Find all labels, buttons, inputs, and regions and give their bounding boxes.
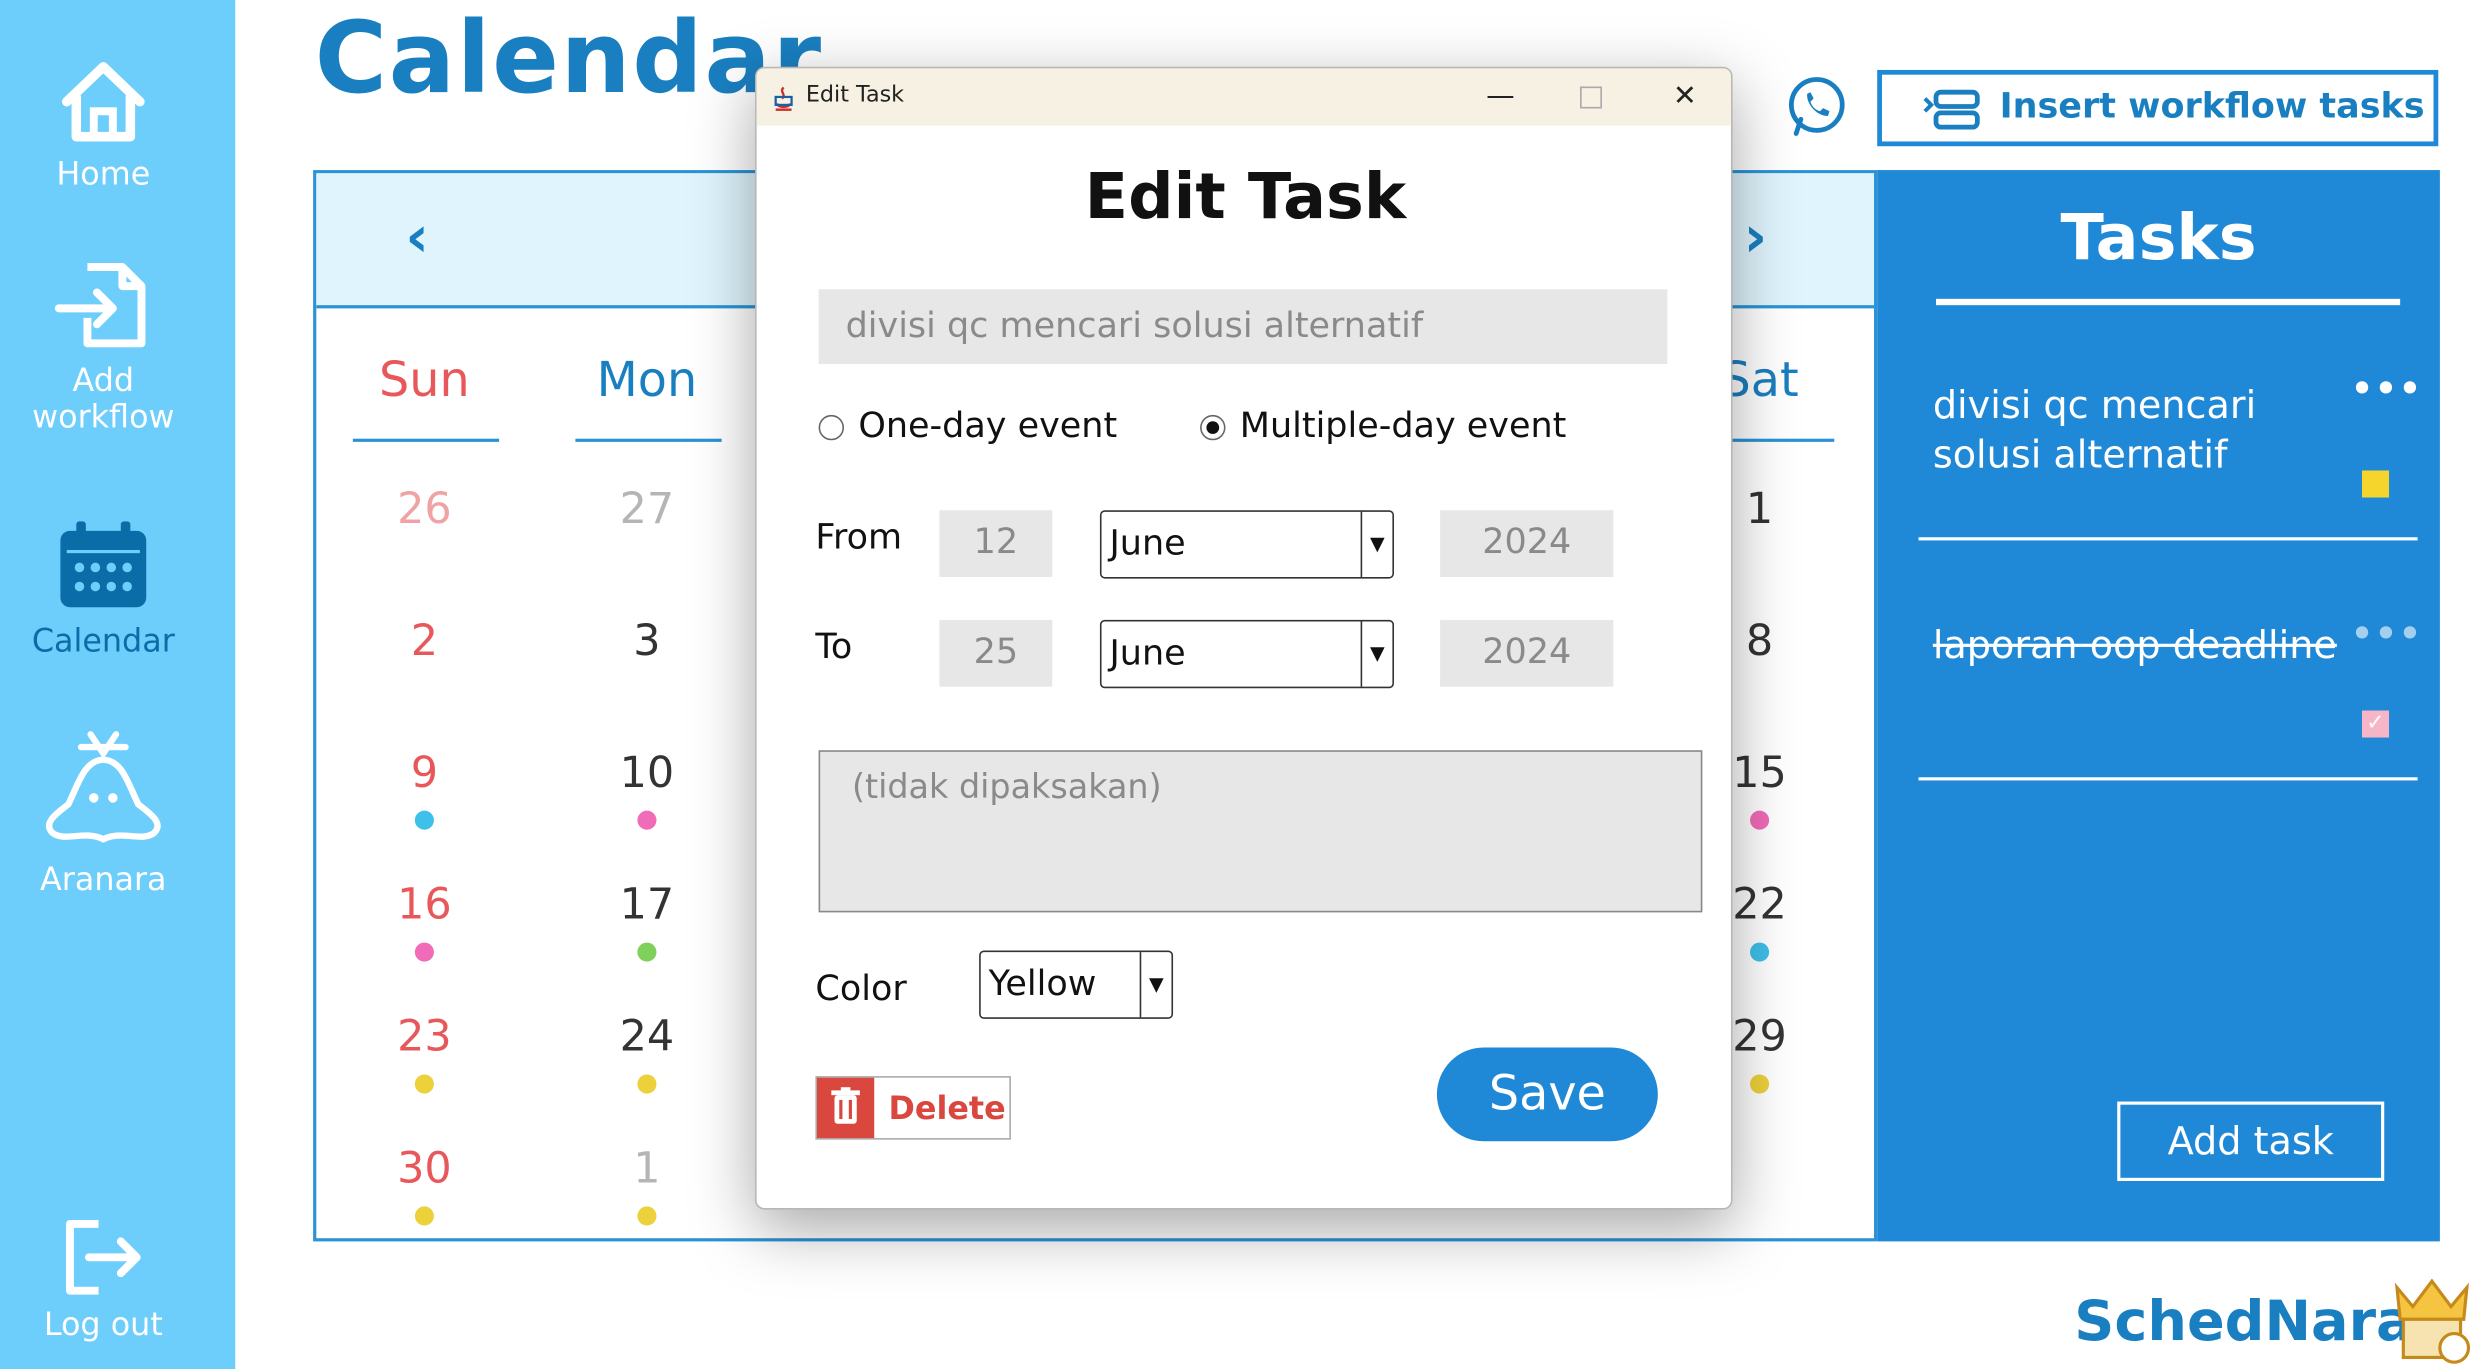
sidebar-item-add-workflow-label: Add workflow bbox=[32, 360, 175, 436]
logout-label: Log out bbox=[43, 1304, 163, 1344]
calendar-day[interactable]: 3 bbox=[575, 617, 718, 666]
from-month-value: June bbox=[1109, 524, 1186, 565]
event-dot bbox=[1750, 1074, 1770, 1094]
edit-task-dialog: Edit Task — □ ✕ Edit Task divisi qc menc… bbox=[755, 66, 1733, 1210]
event-dot bbox=[414, 810, 434, 830]
brand-logo-text: SchedNara bbox=[2074, 1290, 2414, 1355]
next-month-icon[interactable]: › bbox=[1744, 205, 1768, 270]
event-dot bbox=[1750, 942, 1770, 962]
sidebar-item-aranara-label: Aranara bbox=[40, 859, 167, 899]
close-icon[interactable]: ✕ bbox=[1650, 75, 1720, 120]
sidebar-item-aranara[interactable]: Aranara bbox=[0, 728, 207, 898]
insert-workflow-button[interactable]: Insert workflow tasks bbox=[1877, 69, 2439, 147]
event-dot bbox=[637, 1074, 657, 1094]
logout-button[interactable]: Log out bbox=[0, 1218, 207, 1344]
task-name-input[interactable]: divisi qc mencari solusi alternatif bbox=[818, 289, 1668, 364]
delete-button[interactable]: Delete bbox=[815, 1076, 1011, 1140]
to-year-input[interactable]: 2024 bbox=[1440, 619, 1614, 687]
day-name-underline bbox=[352, 438, 500, 442]
aranara-icon bbox=[46, 731, 161, 843]
dropdown-arrow-icon: ▼ bbox=[1360, 511, 1393, 577]
sidebar-item-home-label: Home bbox=[56, 154, 151, 193]
minimize-icon[interactable]: — bbox=[1466, 75, 1536, 120]
workflow-icon bbox=[1923, 89, 1980, 130]
calendar-day[interactable]: 17 bbox=[575, 881, 718, 930]
calendar-day[interactable]: 24 bbox=[575, 1013, 718, 1062]
to-month-select[interactable]: June ▼ bbox=[1099, 619, 1394, 689]
day-name-underline bbox=[575, 438, 722, 442]
save-button[interactable]: Save bbox=[1436, 1047, 1658, 1142]
prev-month-icon[interactable]: ‹ bbox=[405, 205, 429, 270]
task-item-text[interactable]: divisi qc mencari solusi alternatif bbox=[1933, 381, 2330, 480]
sidebar-item-calendar-label: Calendar bbox=[31, 621, 175, 660]
logout-icon bbox=[65, 1219, 141, 1295]
home-icon bbox=[61, 61, 145, 142]
color-select[interactable]: Yellow ▼ bbox=[979, 950, 1174, 1019]
sidebar-item-home[interactable]: Home bbox=[0, 57, 207, 192]
calendar-day[interactable]: 2 bbox=[353, 617, 496, 666]
task-options-icon[interactable]: ••• bbox=[2351, 370, 2423, 410]
task-done-check-icon[interactable]: ✓ bbox=[2361, 710, 2390, 738]
day-name-sun: Sun bbox=[379, 352, 470, 409]
calendar-icon bbox=[60, 521, 147, 608]
event-dot bbox=[414, 1074, 434, 1094]
task-item-text-done[interactable]: laporan oop deadline bbox=[1933, 621, 2410, 670]
task-divider bbox=[1918, 537, 2418, 541]
day-name-mon: Mon bbox=[596, 352, 698, 409]
color-label: Color bbox=[815, 969, 907, 1010]
sidebar-item-calendar[interactable]: Calendar bbox=[0, 518, 207, 659]
sidebar: Home Add workflow Calendar Aranara Log o… bbox=[0, 0, 236, 1369]
tasks-title: Tasks bbox=[2060, 201, 2257, 275]
java-icon bbox=[774, 86, 793, 111]
event-dot bbox=[637, 942, 657, 962]
trash-icon bbox=[817, 1077, 875, 1139]
dialog-window-title: Edit Task bbox=[805, 82, 905, 109]
from-month-select[interactable]: June ▼ bbox=[1099, 510, 1394, 579]
event-dot bbox=[1750, 810, 1770, 830]
calendar-day[interactable]: 30 bbox=[353, 1144, 496, 1193]
from-year-input[interactable]: 2024 bbox=[1440, 510, 1614, 577]
insert-workflow-label: Insert workflow tasks bbox=[1999, 87, 2425, 128]
add-task-button[interactable]: Add task bbox=[2117, 1101, 2385, 1181]
dialog-heading: Edit Task bbox=[1084, 160, 1407, 234]
calendar-day[interactable]: 9 bbox=[353, 749, 496, 798]
calendar-day[interactable]: 23 bbox=[353, 1013, 496, 1062]
from-day-input[interactable]: 12 bbox=[939, 510, 1053, 577]
event-dot bbox=[637, 1206, 657, 1226]
task-options-icon[interactable]: ••• bbox=[2351, 615, 2423, 655]
event-dot bbox=[637, 810, 657, 830]
brand-logo-icon bbox=[2394, 1278, 2471, 1364]
delete-label: Delete bbox=[888, 1088, 1006, 1127]
multiple-day-radio[interactable] bbox=[1200, 414, 1226, 441]
one-day-radio[interactable] bbox=[818, 414, 845, 441]
to-day-input[interactable]: 25 bbox=[939, 619, 1053, 687]
calendar-day[interactable]: 27 bbox=[575, 485, 718, 534]
calendar-day[interactable]: 1 bbox=[575, 1144, 718, 1193]
to-label: To bbox=[815, 627, 853, 668]
dropdown-arrow-icon: ▼ bbox=[1139, 952, 1172, 1018]
to-month-value: June bbox=[1109, 634, 1186, 674]
one-day-label: One-day event bbox=[858, 406, 1118, 447]
from-label: From bbox=[815, 518, 903, 558]
event-dot bbox=[414, 1206, 434, 1226]
calendar-day[interactable]: 10 bbox=[575, 749, 718, 798]
event-dot bbox=[414, 942, 434, 962]
file-import-icon bbox=[54, 263, 146, 348]
color-value: Yellow bbox=[988, 964, 1097, 1005]
dialog-titlebar: Edit Task — □ ✕ bbox=[756, 68, 1731, 126]
whatsapp-icon[interactable] bbox=[1783, 73, 1850, 146]
maximize-icon[interactable]: □ bbox=[1556, 75, 1626, 120]
task-color-swatch bbox=[2361, 470, 2390, 498]
multiple-day-label: Multiple-day event bbox=[1239, 406, 1567, 447]
calendar-day[interactable]: 26 bbox=[353, 485, 496, 534]
task-divider bbox=[1918, 777, 2418, 781]
tasks-divider bbox=[1936, 298, 2401, 306]
dropdown-arrow-icon: ▼ bbox=[1360, 621, 1393, 687]
page-title: Calendar bbox=[314, 0, 823, 117]
tasks-panel: Tasks divisi qc mencari solusi alternati… bbox=[1877, 170, 2440, 1242]
notes-textarea[interactable]: (tidak dipaksakan) bbox=[818, 750, 1703, 913]
sidebar-item-add-workflow[interactable]: Add workflow bbox=[0, 257, 207, 435]
calendar-day[interactable]: 16 bbox=[353, 881, 496, 930]
